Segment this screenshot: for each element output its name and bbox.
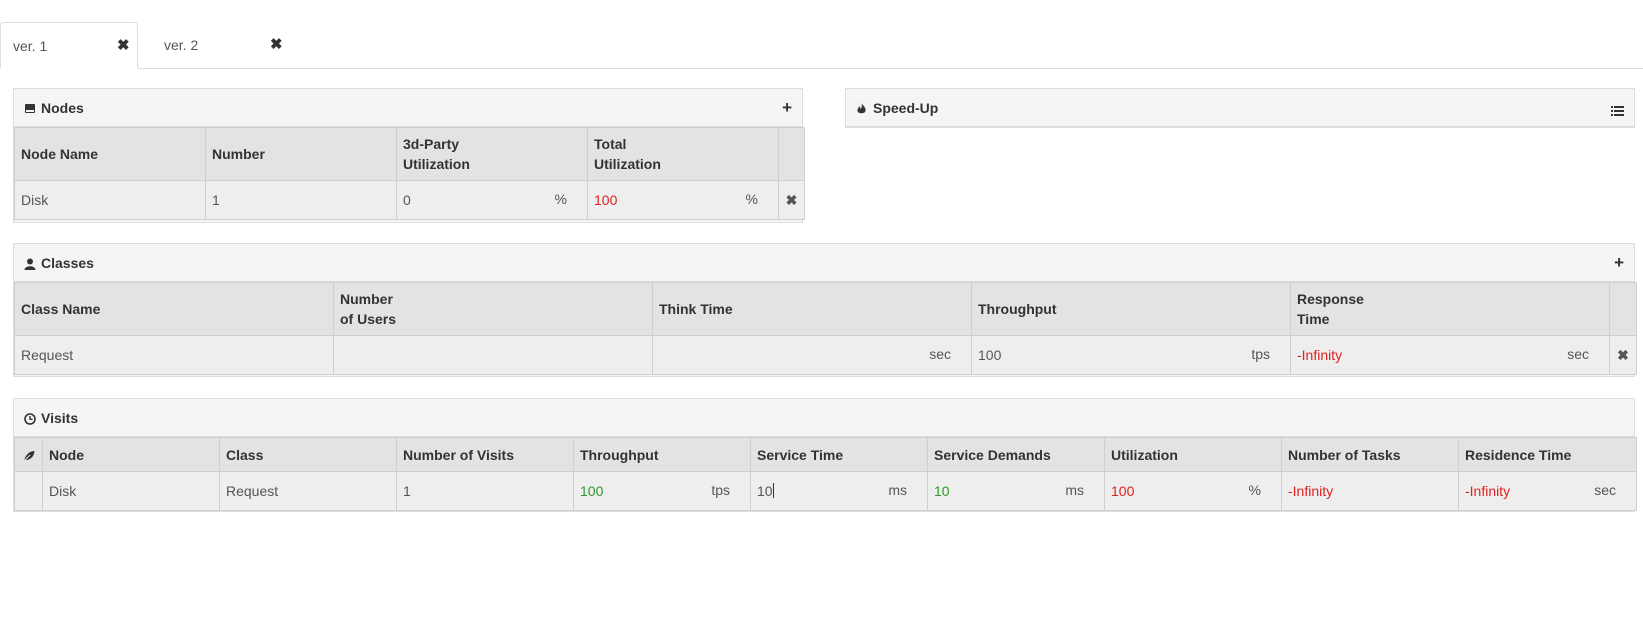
node-number-field[interactable]: 1 xyxy=(205,180,397,220)
column-header: Number xyxy=(205,127,397,181)
clock-icon xyxy=(24,411,36,425)
classes-panel: Classes + Class Name Number of Users Thi… xyxy=(13,243,1637,377)
cell-value: 10 xyxy=(934,483,950,499)
unit-label: % xyxy=(745,191,758,207)
plus-icon[interactable]: + xyxy=(1614,253,1624,273)
visit-node-field: Disk xyxy=(42,471,220,511)
column-header: Class Name xyxy=(14,282,334,336)
plus-icon[interactable]: + xyxy=(782,98,792,118)
unit-label: % xyxy=(1248,482,1261,498)
unit-label: sec xyxy=(929,346,951,362)
column-header: Service Time xyxy=(750,437,928,472)
cell-value: 0 xyxy=(403,192,411,208)
text-cursor xyxy=(772,483,774,498)
nodes-panel-header: Nodes + xyxy=(14,89,802,127)
column-header xyxy=(778,127,805,181)
close-icon[interactable]: ✖ xyxy=(270,35,283,53)
close-icon[interactable]: ✖ xyxy=(778,180,805,220)
residence-time-field: -Infinity sec xyxy=(1458,471,1637,511)
third-party-utilization-field[interactable]: 0% xyxy=(396,180,588,220)
visits-table: Node Class Number of Visits Throughput S… xyxy=(14,437,1637,511)
tab-label: ver. 2 xyxy=(164,37,199,53)
cell-value: 100 xyxy=(580,483,604,499)
utilization-field: 100% xyxy=(1104,471,1282,511)
cell-value: -Infinity xyxy=(1465,483,1511,499)
visits-title: Visits xyxy=(41,410,79,426)
table-row: Disk 1 0% 100% ✖ xyxy=(14,180,805,220)
column-header: Response Time xyxy=(1290,282,1610,336)
nodes-table: Node Name Number 3d-Party Utilization To… xyxy=(14,127,805,220)
leaf-icon xyxy=(14,437,43,472)
close-icon[interactable]: ✖ xyxy=(1609,335,1637,375)
column-header: Node Name xyxy=(14,127,206,181)
row-marker xyxy=(14,471,43,511)
unit-label: ms xyxy=(888,482,907,498)
cell-value: 10 xyxy=(757,483,773,499)
column-header: Number of Tasks xyxy=(1281,437,1459,472)
unit-label: tps xyxy=(1251,346,1270,362)
column-header: Number of Visits xyxy=(396,437,574,472)
visit-class-field: Request xyxy=(219,471,397,511)
service-demands-field: 10 ms xyxy=(927,471,1105,511)
nodes-title: Nodes xyxy=(41,100,84,116)
nodes-panel: Nodes + Node Name Number 3d-Party Utiliz… xyxy=(13,88,805,223)
visit-throughput-field: 100 tps xyxy=(573,471,751,511)
total-utilization-field: 100% xyxy=(587,180,779,220)
column-header: Node xyxy=(42,437,220,472)
class-name-field[interactable]: Request xyxy=(14,335,334,375)
tab-bar: ver. 1 ✖ ver. 2 ✖ xyxy=(0,0,1643,69)
node-name-field[interactable]: Disk xyxy=(14,180,206,220)
classes-table: Class Name Number of Users Think Time Th… xyxy=(14,282,1637,375)
unit-label: % xyxy=(554,191,567,207)
unit-label: ms xyxy=(1065,482,1084,498)
cell-value: -Infinity xyxy=(1288,483,1334,499)
column-header: Throughput xyxy=(573,437,751,472)
column-header: Utilization xyxy=(1104,437,1282,472)
unit-label: sec xyxy=(1594,482,1616,498)
service-time-field[interactable]: 10 ms xyxy=(750,471,928,511)
fire-icon xyxy=(856,101,867,115)
speed-up-header: Speed-Up xyxy=(846,89,1634,127)
speed-up-title: Speed-Up xyxy=(873,100,939,116)
close-icon[interactable]: ✖ xyxy=(117,36,130,54)
classes-title: Classes xyxy=(41,255,94,271)
tab-ver-2[interactable]: ver. 2 ✖ xyxy=(152,22,292,68)
classes-panel-header: Classes + xyxy=(14,244,1634,282)
think-time-field[interactable]: sec xyxy=(652,335,972,375)
speed-up-panel: Speed-Up xyxy=(845,88,1635,128)
list-icon[interactable] xyxy=(1611,100,1624,120)
column-header: 3d-Party Utilization xyxy=(396,127,588,181)
column-header: Total Utilization xyxy=(587,127,779,181)
user-icon xyxy=(24,256,36,270)
table-row: Disk Request 1 100 tps 10 ms 10 ms 100% -In… xyxy=(14,471,1637,511)
hdd-icon xyxy=(24,101,36,115)
column-header: Service Demands xyxy=(927,437,1105,472)
number-of-visits-field[interactable]: 1 xyxy=(396,471,574,511)
cell-value: -Infinity xyxy=(1297,347,1343,363)
tab-label: ver. 1 xyxy=(13,38,48,54)
column-header: Think Time xyxy=(652,282,972,336)
throughput-field[interactable]: 100 tps xyxy=(971,335,1291,375)
number-of-users-field[interactable] xyxy=(333,335,653,375)
visits-panel: Visits Node Class Number of Visits Throu… xyxy=(13,398,1637,512)
unit-label: tps xyxy=(711,482,730,498)
response-time-field: -Infinity sec xyxy=(1290,335,1610,375)
unit-label: sec xyxy=(1567,346,1589,362)
column-header: Residence Time xyxy=(1458,437,1637,472)
visits-panel-header: Visits xyxy=(14,399,1634,437)
column-header: Throughput xyxy=(971,282,1291,336)
number-of-tasks-field: -Infinity xyxy=(1281,471,1459,511)
column-header: Number of Users xyxy=(333,282,653,336)
tab-ver-1[interactable]: ver. 1 ✖ xyxy=(0,22,138,69)
cell-value: 100 xyxy=(978,347,1002,363)
cell-value: 100 xyxy=(1111,483,1135,499)
table-row: Request sec 100 tps -Infinity sec ✖ xyxy=(14,335,1637,375)
column-header: Class xyxy=(219,437,397,472)
column-header xyxy=(1609,282,1637,336)
cell-value: 100 xyxy=(594,192,618,208)
